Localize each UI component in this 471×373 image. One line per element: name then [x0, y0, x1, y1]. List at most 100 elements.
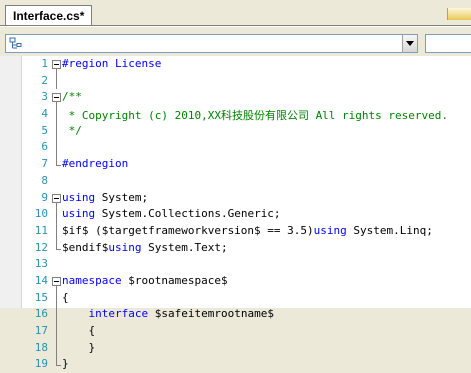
code-line[interactable]: 13	[0, 256, 471, 273]
outline-end	[52, 356, 61, 373]
members-dropdown[interactable]	[425, 34, 471, 53]
outline-guide	[52, 106, 61, 123]
document-tab-strip: Interface.cs*	[0, 0, 471, 27]
code-line[interactable]: 19}	[0, 356, 471, 373]
chevron-down-icon[interactable]	[402, 35, 417, 52]
line-number: 18	[34, 340, 48, 354]
keyword-token: using	[62, 190, 96, 204]
line-number: 15	[34, 290, 48, 304]
line-number: 16	[34, 307, 48, 321]
outline-end	[52, 239, 61, 257]
code-line[interactable]: 10 using System.Collections.Generic;	[0, 206, 471, 223]
code-text: namespace $rootnamespace$	[62, 274, 228, 287]
code-token: {	[62, 324, 96, 337]
code-text: interface $safeitemrootname$	[62, 307, 274, 320]
keyword-token: #endregion	[62, 157, 129, 171]
outline-guide	[52, 222, 61, 240]
keyword-token: using	[108, 240, 142, 254]
code-text: * Copyright (c) 2010,XX科技股份有限公司 All righ…	[62, 107, 448, 123]
keyword-token: #region License	[62, 57, 162, 70]
navigation-bar	[0, 28, 471, 56]
outline-guide	[52, 139, 61, 157]
code-line[interactable]: 6	[0, 139, 471, 157]
code-token: $if$ ($targetframeworkversion$ == 3.5)	[62, 223, 314, 237]
code-text: #region License	[62, 57, 161, 70]
code-token: {	[62, 290, 69, 304]
types-dropdown[interactable]	[5, 34, 418, 53]
line-number: 8	[41, 173, 48, 187]
line-number: 17	[34, 324, 48, 337]
line-number: 11	[34, 223, 48, 237]
collapse-icon[interactable]	[52, 273, 61, 290]
code-line[interactable]: 7 #endregion	[0, 156, 471, 173]
code-token: $rootnamespace$	[121, 273, 228, 287]
code-text: $if$ ($targetframeworkversion$ == 3.5)us…	[62, 224, 433, 237]
line-number: 13	[34, 257, 48, 271]
line-number: 14	[34, 273, 48, 287]
line-number: 2	[41, 73, 48, 87]
code-token: $safeitemrootname$	[148, 307, 274, 321]
outline-guide	[52, 339, 61, 357]
code-text: }	[62, 357, 69, 370]
code-line[interactable]: 9 using System;	[0, 190, 471, 207]
code-line[interactable]: 12 $endif$using System.Text;	[0, 239, 471, 257]
line-number: 1	[41, 57, 48, 70]
code-token: }	[62, 340, 96, 354]
collapse-icon[interactable]	[52, 56, 61, 73]
code-line[interactable]: 18 }	[0, 339, 471, 357]
code-line[interactable]: 2	[0, 72, 471, 90]
code-text: #endregion	[62, 157, 128, 170]
code-line[interactable]: 16 interface $safeitemrootname$	[0, 306, 471, 323]
code-line[interactable]: 3 /**	[0, 89, 471, 107]
outline-guide	[52, 289, 61, 307]
code-line[interactable]: 1 #region License	[0, 56, 471, 73]
code-line[interactable]: 14 namespace $rootnamespace$	[0, 273, 471, 290]
code-text: {	[62, 291, 69, 304]
code-line[interactable]: 5 */	[0, 122, 471, 140]
line-number: 12	[34, 240, 48, 254]
tab-strip-edge	[447, 8, 471, 20]
code-text: */	[62, 124, 82, 137]
tab-interface-cs[interactable]: Interface.cs*	[5, 5, 93, 25]
outline-guide	[52, 306, 61, 323]
code-text: $endif$using System.Text;	[62, 241, 228, 254]
code-token: System.Linq;	[346, 223, 433, 237]
line-number: 9	[41, 190, 48, 204]
outline-guide	[52, 122, 61, 140]
keyword-token: interface	[88, 307, 149, 321]
code-text: }	[62, 341, 95, 354]
outline-end	[52, 156, 61, 173]
outline-guide	[52, 206, 61, 223]
outline-guide	[52, 72, 61, 90]
keyword-token: using	[313, 223, 347, 237]
code-token: System.Collections.Generic;	[95, 207, 281, 221]
code-text: using System;	[62, 191, 148, 204]
code-text: using System.Collections.Generic;	[62, 207, 281, 220]
collapse-icon[interactable]	[52, 89, 61, 107]
line-number: 4	[41, 107, 48, 121]
code-line[interactable]: 11 $if$ ($targetframeworkversion$ == 3.5)…	[0, 222, 471, 240]
code-editor[interactable]: 1 #region License 2 3 /** 4 * Copyright (c) 2…	[0, 56, 471, 370]
code-line[interactable]: 8	[0, 173, 471, 190]
code-line[interactable]: 4 * Copyright (c) 2010,XX科技股份有限公司 All ri…	[0, 106, 471, 123]
code-text: /**	[62, 90, 82, 103]
line-number: 5	[41, 123, 48, 137]
outline-guide	[52, 323, 61, 340]
code-token: }	[62, 357, 69, 371]
class-browser-icon	[9, 37, 22, 49]
line-number: 6	[41, 140, 48, 154]
code-lines: 1 #region License 2 3 /** 4 * Copyright (c) 2…	[0, 56, 471, 373]
code-token: System;	[95, 190, 149, 204]
keyword-token: namespace	[62, 273, 122, 287]
outline-blank	[52, 256, 61, 273]
collapse-icon[interactable]	[52, 190, 61, 207]
line-number: 7	[41, 157, 48, 171]
keyword-token: using	[62, 207, 96, 221]
code-line[interactable]: 17 {	[0, 323, 471, 340]
line-number: 3	[41, 90, 48, 104]
code-line[interactable]: 15 {	[0, 289, 471, 307]
code-text: {	[62, 324, 95, 337]
comment-token: /**	[62, 90, 82, 104]
comment-token: * Copyright (c) 2010,XX科技股份有限公司 All righ…	[62, 109, 449, 123]
line-number: 19	[34, 357, 48, 371]
